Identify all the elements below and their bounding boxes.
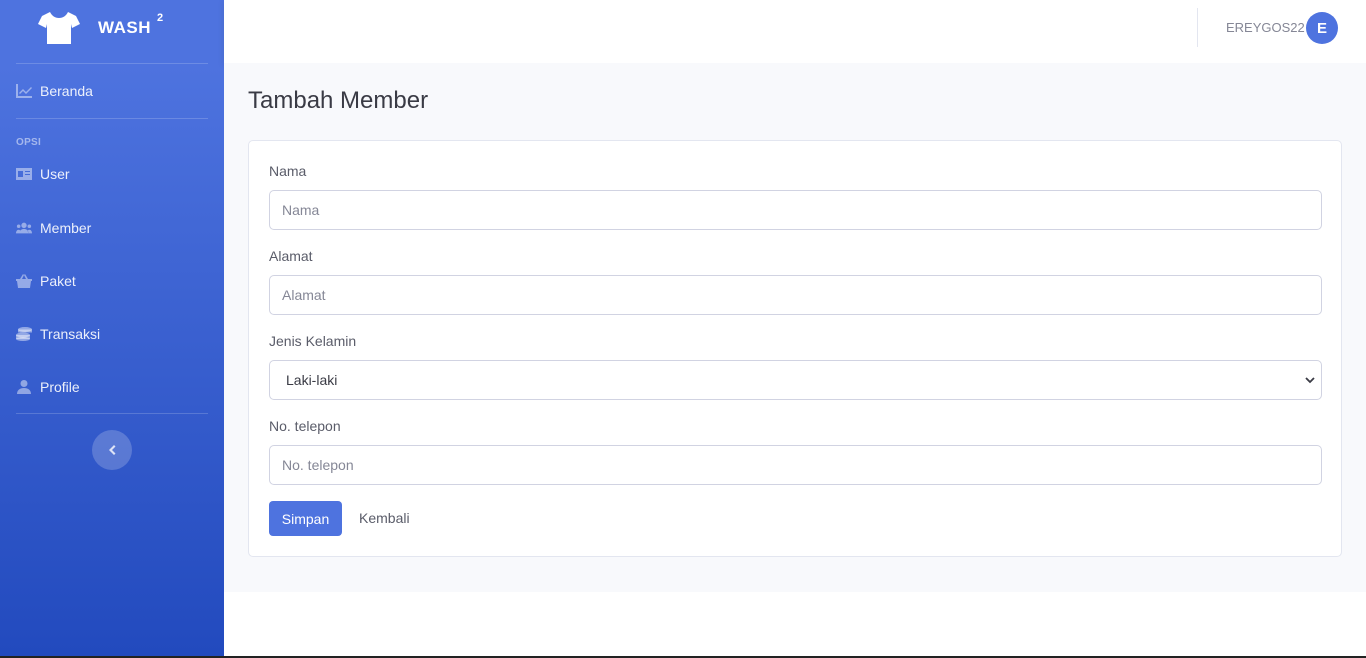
sidebar-toggle-button[interactable] (92, 430, 132, 470)
coins-icon (16, 326, 32, 341)
sidebar: WASH 2 Beranda OPSI User Member Paket Tr… (0, 0, 224, 656)
jenis-kelamin-value: Laki-laki (286, 372, 338, 388)
sidebar-item-label: Transaksi (40, 325, 101, 342)
page-title: Tambah Member (248, 87, 429, 114)
telepon-input[interactable] (269, 445, 1322, 485)
alamat-label: Alamat (269, 248, 313, 264)
id-card-icon (16, 168, 32, 180)
sidebar-item-profile[interactable]: Profile (0, 360, 224, 413)
sidebar-item-transaksi[interactable]: Transaksi (0, 307, 224, 360)
sidebar-item-beranda[interactable]: Beranda (0, 64, 224, 118)
nama-label: Nama (269, 163, 307, 179)
sidebar-item-paket[interactable]: Paket (0, 254, 224, 307)
users-icon (16, 222, 32, 233)
chevron-down-icon (1305, 377, 1315, 384)
form-card: Nama Alamat Jenis Kelamin Laki-laki No. … (248, 140, 1342, 557)
sidebar-item-user[interactable]: User (0, 147, 224, 201)
sidebar-item-label: Member (40, 219, 92, 236)
topbar-divider (1197, 8, 1198, 47)
chart-line-icon (16, 84, 32, 98)
sidebar-item-label: Profile (40, 378, 80, 395)
jenis-kelamin-label: Jenis Kelamin (269, 333, 357, 349)
main-content: Tambah Member Nama Alamat Jenis Kelamin … (224, 63, 1366, 592)
nama-input[interactable] (269, 190, 1322, 230)
user-name[interactable]: EREYGOS22 (1226, 20, 1305, 35)
alamat-input[interactable] (269, 275, 1322, 315)
brand[interactable]: WASH 2 (0, 0, 224, 56)
user-icon (17, 379, 31, 394)
sidebar-item-label: User (40, 166, 70, 182)
telepon-label: No. telepon (269, 418, 341, 434)
chevron-left-icon (109, 445, 116, 455)
sidebar-item-member[interactable]: Member (0, 201, 224, 254)
tshirt-icon (38, 12, 80, 44)
save-button[interactable]: Simpan (269, 501, 342, 536)
avatar[interactable]: E (1306, 12, 1338, 44)
sidebar-item-label: Beranda (40, 83, 93, 99)
sidebar-toggle-wrap (0, 414, 224, 470)
back-link[interactable]: Kembali (359, 510, 410, 526)
topbar: EREYGOS22 E (224, 0, 1366, 63)
jenis-kelamin-select[interactable]: Laki-laki (269, 360, 1322, 400)
brand-name: WASH 2 (98, 12, 164, 37)
basket-icon (16, 273, 32, 288)
sidebar-item-label: Paket (40, 272, 76, 289)
